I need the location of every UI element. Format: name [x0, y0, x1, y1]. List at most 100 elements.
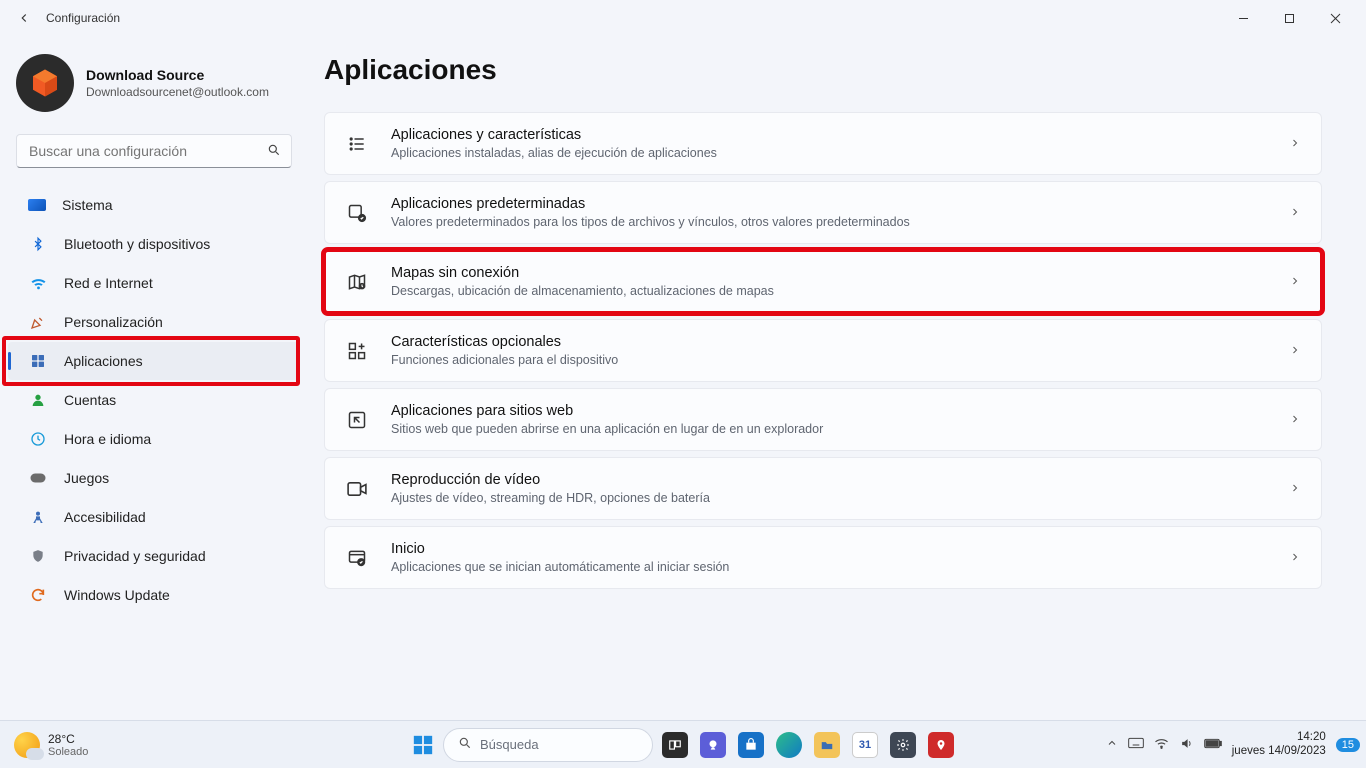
default-icon: [345, 201, 369, 225]
clock-time: 14:20: [1232, 731, 1326, 744]
calendar-icon[interactable]: 31: [849, 729, 881, 761]
settings-card-list[interactable]: Aplicaciones y características Aplicacion…: [324, 112, 1322, 175]
startup-icon: [345, 546, 369, 570]
chat-icon[interactable]: [697, 729, 729, 761]
sidebar-item-label: Privacidad y seguridad: [64, 548, 206, 564]
tray-chevron-icon[interactable]: [1106, 737, 1118, 752]
card-title: Características opcionales: [391, 334, 1289, 350]
sidebar-item-pers[interactable]: Personalización: [8, 303, 300, 341]
card-title: Aplicaciones para sitios web: [391, 403, 1289, 419]
weather-temp: 28°C: [48, 732, 88, 746]
settings-card-startup[interactable]: Inicio Aplicaciones que se inician automá…: [324, 526, 1322, 589]
sidebar-item-priv[interactable]: Privacidad y seguridad: [8, 537, 300, 575]
start-button[interactable]: [409, 731, 437, 759]
chevron-right-icon: [1289, 343, 1301, 359]
task-view-icon[interactable]: [659, 729, 691, 761]
nav-list: Sistema Bluetooth y dispositivos Red e Int…: [0, 186, 308, 614]
sidebar-item-upd[interactable]: Windows Update: [8, 576, 300, 614]
settings-card-web[interactable]: Aplicaciones para sitios web Sitios web q…: [324, 388, 1322, 451]
clock[interactable]: 14:20 jueves 14/09/2023: [1232, 731, 1326, 757]
chevron-right-icon: [1289, 136, 1301, 152]
sidebar-item-label: Cuentas: [64, 392, 116, 408]
system-tray[interactable]: [1106, 737, 1222, 753]
taskbar-search-label: Búsqueda: [480, 737, 539, 752]
window-title: Configuración: [46, 11, 120, 25]
card-title: Aplicaciones y características: [391, 127, 1289, 143]
sidebar: Download Source Downloadsourcenet@outloo…: [0, 36, 308, 720]
card-desc: Aplicaciones que se inician automáticame…: [391, 560, 1289, 574]
sidebar-item-label: Accesibilidad: [64, 509, 146, 525]
volume-icon[interactable]: [1179, 737, 1194, 753]
sidebar-item-label: Aplicaciones: [64, 353, 143, 369]
chevron-right-icon: [1289, 412, 1301, 428]
sidebar-item-label: Red e Internet: [64, 275, 153, 291]
content-area: Aplicaciones Aplicaciones y característi…: [308, 36, 1366, 720]
account-block[interactable]: Download Source Downloadsourcenet@outloo…: [0, 44, 308, 134]
avatar: [16, 54, 74, 112]
account-name: Download Source: [86, 67, 269, 83]
list-icon: [345, 132, 369, 156]
card-desc: Valores predeterminados para los tipos d…: [391, 215, 1289, 229]
sidebar-item-label: Bluetooth y dispositivos: [64, 236, 210, 252]
explorer-icon[interactable]: [811, 729, 843, 761]
chevron-right-icon: [1289, 205, 1301, 221]
sidebar-item-label: Personalización: [64, 314, 163, 330]
weather-widget[interactable]: 28°C Soleado: [4, 732, 98, 758]
sidebar-item-apps[interactable]: Aplicaciones: [8, 342, 300, 380]
sidebar-item-system[interactable]: Sistema: [8, 186, 300, 224]
store-icon[interactable]: [735, 729, 767, 761]
weather-icon: [14, 732, 40, 758]
card-title: Aplicaciones predeterminadas: [391, 196, 1289, 212]
sidebar-item-label: Windows Update: [64, 587, 170, 603]
chevron-right-icon: [1289, 481, 1301, 497]
close-button[interactable]: [1312, 0, 1358, 36]
sidebar-item-net[interactable]: Red e Internet: [8, 264, 300, 302]
clock-date: jueves 14/09/2023: [1232, 745, 1326, 758]
sidebar-item-label: Hora e idioma: [64, 431, 151, 447]
card-title: Reproducción de vídeo: [391, 472, 1289, 488]
chevron-right-icon: [1289, 274, 1301, 290]
sidebar-item-bt[interactable]: Bluetooth y dispositivos: [8, 225, 300, 263]
search-icon: [458, 736, 472, 753]
edge-icon[interactable]: [773, 729, 805, 761]
wifi-icon[interactable]: [1154, 737, 1169, 752]
maximize-button[interactable]: [1266, 0, 1312, 36]
card-desc: Aplicaciones instaladas, alias de ejecuc…: [391, 146, 1289, 160]
web-icon: [345, 408, 369, 432]
sidebar-item-label: Juegos: [64, 470, 109, 486]
card-title: Mapas sin conexión: [391, 265, 1289, 281]
settings-taskbar-icon[interactable]: [887, 729, 919, 761]
search-icon: [267, 143, 281, 160]
sidebar-item-accs[interactable]: Accesibilidad: [8, 498, 300, 536]
search-box[interactable]: [16, 134, 292, 168]
feat-icon: [345, 339, 369, 363]
taskbar: 28°C Soleado Búsqueda 31 14:20 jue: [0, 720, 1366, 768]
battery-icon[interactable]: [1204, 737, 1222, 752]
settings-card-feat[interactable]: Características opcionales Funciones adic…: [324, 319, 1322, 382]
notification-badge[interactable]: 15: [1336, 738, 1360, 752]
sidebar-item-game[interactable]: Juegos: [8, 459, 300, 497]
weather-desc: Soleado: [48, 746, 88, 758]
card-title: Inicio: [391, 541, 1289, 557]
taskbar-search[interactable]: Búsqueda: [443, 728, 653, 762]
settings-card-video[interactable]: Reproducción de vídeo Ajustes de vídeo, s…: [324, 457, 1322, 520]
card-desc: Descargas, ubicación de almacenamiento, …: [391, 284, 1289, 298]
minimize-button[interactable]: [1220, 0, 1266, 36]
keyboard-icon[interactable]: [1128, 737, 1144, 752]
titlebar: Configuración: [0, 0, 1366, 36]
card-desc: Funciones adicionales para el dispositiv…: [391, 353, 1289, 367]
settings-card-map[interactable]: Mapas sin conexión Descargas, ubicación d…: [324, 250, 1322, 313]
maps-taskbar-icon[interactable]: [925, 729, 957, 761]
back-button[interactable]: [8, 2, 40, 34]
video-icon: [345, 477, 369, 501]
card-desc: Ajustes de vídeo, streaming de HDR, opci…: [391, 491, 1289, 505]
card-desc: Sitios web que pueden abrirse en una apl…: [391, 422, 1289, 436]
map-icon: [345, 270, 369, 294]
sidebar-item-time[interactable]: Hora e idioma: [8, 420, 300, 458]
search-input[interactable]: [17, 143, 291, 159]
sidebar-item-acc[interactable]: Cuentas: [8, 381, 300, 419]
settings-card-default[interactable]: Aplicaciones predeterminadas Valores pred…: [324, 181, 1322, 244]
chevron-right-icon: [1289, 550, 1301, 566]
account-email: Downloadsourcenet@outlook.com: [86, 85, 269, 99]
page-title: Aplicaciones: [324, 54, 1322, 86]
